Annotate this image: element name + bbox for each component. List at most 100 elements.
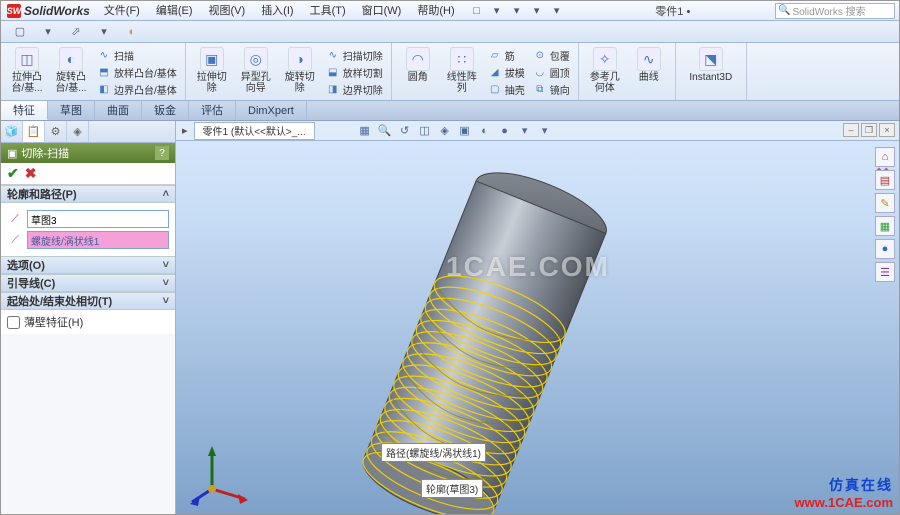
pm-help-icon[interactable]: ?: [155, 146, 169, 160]
pm-cancel-button[interactable]: ✖: [25, 165, 37, 182]
menu-edit[interactable]: 编辑(E): [148, 1, 201, 21]
taskpane-custom-props-icon[interactable]: ☰: [875, 262, 895, 282]
path-field[interactable]: [27, 231, 169, 249]
qat-print-icon[interactable]: ▾: [529, 3, 545, 19]
path-selector-icon[interactable]: ⟋: [7, 232, 23, 248]
vt-display-style-icon[interactable]: ▣: [457, 123, 473, 139]
btn-extrude-cut[interactable]: ▣拉伸切 除: [192, 45, 232, 98]
qat-new-icon[interactable]: □: [469, 3, 485, 19]
callout-profile[interactable]: 轮廓(草图3): [421, 479, 483, 498]
menu-help[interactable]: 帮助(H): [409, 1, 462, 21]
btn-rib[interactable]: ▱筋: [486, 47, 527, 63]
pm-section-options[interactable]: 选项(O) ˅: [1, 256, 175, 274]
btn-loft-cut[interactable]: ⬓放样切割: [324, 64, 385, 80]
btn-sweep-boss[interactable]: ∿扫描: [95, 47, 179, 63]
pm-tab-property[interactable]: 📋: [23, 121, 45, 142]
logo-cube-icon: SW: [7, 4, 21, 18]
graphics-viewport[interactable]: ▸ 零件1 (默认<<默认>_... ▦ 🔍 ↺ ◫ ◈ ▣ ◐ ● ▾ ▾ –…: [176, 121, 899, 514]
rib-icon: ▱: [488, 48, 502, 62]
tree-collapse-icon[interactable]: ▸: [182, 124, 188, 137]
vt-zoom-fit-icon[interactable]: ▦: [357, 123, 373, 139]
pm-tab-display[interactable]: ◈: [67, 121, 89, 142]
child-restore-icon[interactable]: ❐: [861, 123, 877, 137]
vt-view-orient-icon[interactable]: ◈: [437, 123, 453, 139]
btn-revolve-cut[interactable]: ◑旋转切 除: [280, 45, 320, 98]
taskpane-view-palette-icon[interactable]: ▦: [875, 216, 895, 236]
rtab-evaluate[interactable]: 评估: [189, 101, 236, 120]
vt-hide-show-icon[interactable]: ◐: [477, 123, 493, 139]
thinwall-checkbox[interactable]: [7, 316, 20, 329]
heads-up-toolbar: ▦ 🔍 ↺ ◫ ◈ ▣ ◐ ● ▾ ▾: [357, 123, 553, 139]
btn-boundary-cut[interactable]: ◨边界切除: [324, 82, 385, 98]
taskpane-resources-icon[interactable]: ⌂: [875, 147, 895, 167]
ribbon-group-boss: ◫拉伸凸 台/基... ◐旋转凸 台/基... ∿扫描 ⬒放样凸台/基体 ◧边界…: [1, 43, 186, 100]
profile-field[interactable]: [27, 210, 169, 228]
fillet-icon: ◠: [406, 47, 430, 71]
taskpane-appearances-icon[interactable]: ●: [875, 239, 895, 259]
rtab-features[interactable]: 特征: [1, 101, 48, 120]
menu-file[interactable]: 文件(F): [96, 1, 148, 21]
btn-loft-boss[interactable]: ⬒放样凸台/基体: [95, 64, 179, 80]
brand-url: www.1CAE.com: [795, 495, 893, 510]
btn-extrude-boss[interactable]: ◫拉伸凸 台/基...: [7, 45, 47, 98]
callout-path[interactable]: 路径(螺旋线/涡状线1): [381, 443, 486, 462]
btn-mirror[interactable]: ⧉镜向: [531, 82, 572, 98]
vt-prev-view-icon[interactable]: ↺: [397, 123, 413, 139]
quick-access-toolbar: □ ▾ ▾ ▾ ▾: [463, 3, 571, 19]
btn-fillet[interactable]: ◠圆角: [398, 45, 438, 98]
pm-ok-cancel: ✔ ✖: [1, 163, 175, 185]
vt-scene-icon[interactable]: ▾: [517, 123, 533, 139]
profile-selector-icon[interactable]: ⟋: [7, 211, 23, 227]
btn-wrap[interactable]: ⊙包覆: [531, 47, 572, 63]
pm-tab-config[interactable]: ⚙: [45, 121, 67, 142]
qat-open-icon[interactable]: ▾: [489, 3, 505, 19]
taskpane-file-explorer-icon[interactable]: ✎: [875, 193, 895, 213]
extrude-boss-icon: ◫: [15, 47, 39, 71]
pm-section-startend[interactable]: 起始处/结束处相切(T) ˅: [1, 292, 175, 310]
btn-curves[interactable]: ∿曲线: [629, 45, 669, 98]
btn-linear-pattern[interactable]: ∷线性阵 列: [442, 45, 482, 98]
search-box[interactable]: 🔍 SolidWorks 搜索: [775, 3, 895, 19]
tb-dropdown-2[interactable]: ▾: [93, 23, 115, 41]
btn-shell[interactable]: ▢抽壳: [486, 82, 527, 98]
btn-instant3d[interactable]: ⬔Instant3D: [682, 45, 740, 98]
view-triad[interactable]: [190, 444, 250, 504]
btn-boundary-boss[interactable]: ◧边界凸台/基体: [95, 82, 179, 98]
rtab-sheetmetal[interactable]: 钣金: [142, 101, 189, 120]
rtab-surface[interactable]: 曲面: [95, 101, 142, 120]
tb-dropdown-1[interactable]: ▾: [37, 23, 59, 41]
menu-view[interactable]: 视图(V): [201, 1, 254, 21]
child-close-icon[interactable]: ×: [879, 123, 895, 137]
document-tab[interactable]: 零件1 (默认<<默认>_...: [194, 122, 315, 140]
taskpane-design-library-icon[interactable]: ▤: [875, 170, 895, 190]
vt-view-settings-icon[interactable]: ▾: [537, 123, 553, 139]
menu-window[interactable]: 窗口(W): [354, 1, 410, 21]
btn-dome[interactable]: ◡圆顶: [531, 64, 572, 80]
vt-section-icon[interactable]: ◫: [417, 123, 433, 139]
btn-hole-wizard[interactable]: ◎异型孔 向导: [236, 45, 276, 98]
menu-tools[interactable]: 工具(T): [302, 1, 354, 21]
pm-section-guide[interactable]: 引导线(C) ˅: [1, 274, 175, 292]
sweep-icon: ∿: [97, 48, 111, 62]
tb-icon-1[interactable]: ▢: [9, 23, 31, 41]
btn-revolve-boss[interactable]: ◐旋转凸 台/基...: [51, 45, 91, 98]
rtab-dimxpert[interactable]: DimXpert: [236, 101, 307, 120]
search-icon: 🔍: [778, 5, 790, 16]
child-minimize-icon[interactable]: –: [843, 123, 859, 137]
vt-appearance-icon[interactable]: ●: [497, 123, 513, 139]
rtab-sketch[interactable]: 草图: [48, 101, 95, 120]
pm-section-profile-path[interactable]: 轮廓和路径(P) ˄: [1, 185, 175, 203]
qat-more-icon[interactable]: ▾: [549, 3, 565, 19]
tb-cursor-icon[interactable]: ⬀: [65, 23, 87, 41]
btn-sweep-cut[interactable]: ∿扫描切除: [324, 47, 385, 63]
ref-geom-icon: ✧: [593, 47, 617, 71]
sweep-cut-icon: ∿: [326, 48, 340, 62]
tb-rebuild-icon[interactable]: ◐: [121, 23, 143, 41]
vt-zoom-area-icon[interactable]: 🔍: [377, 123, 393, 139]
btn-reference-geometry[interactable]: ✧参考几 何体: [585, 45, 625, 98]
menu-insert[interactable]: 插入(I): [253, 1, 301, 21]
btn-draft[interactable]: ◢拔模: [486, 64, 527, 80]
qat-save-icon[interactable]: ▾: [509, 3, 525, 19]
pm-tab-tree[interactable]: 🧊: [1, 121, 23, 142]
pm-ok-button[interactable]: ✔: [7, 165, 19, 182]
